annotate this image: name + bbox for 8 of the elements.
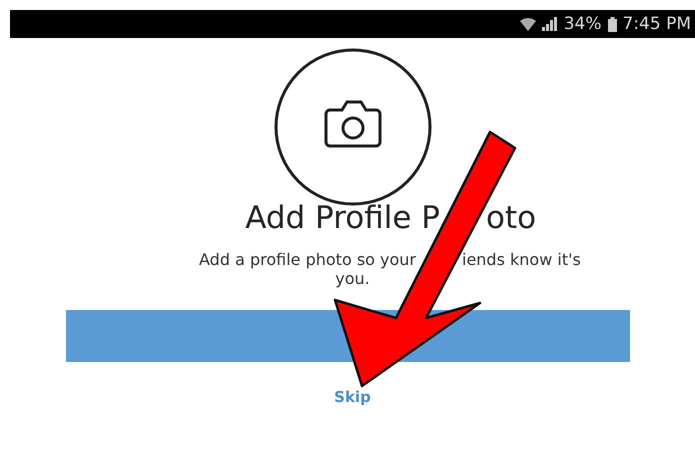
page-title: oto (486, 200, 536, 236)
page-title: Add Profile P (245, 200, 440, 236)
skip-link[interactable]: Skip (334, 388, 371, 406)
description-text: Add a profile photo so your (199, 250, 416, 269)
clock-time: 7:45 PM (622, 14, 691, 34)
description-text: iends know it's (462, 250, 581, 269)
description-text: you. (335, 269, 370, 288)
battery-percent: 34% (564, 14, 602, 34)
